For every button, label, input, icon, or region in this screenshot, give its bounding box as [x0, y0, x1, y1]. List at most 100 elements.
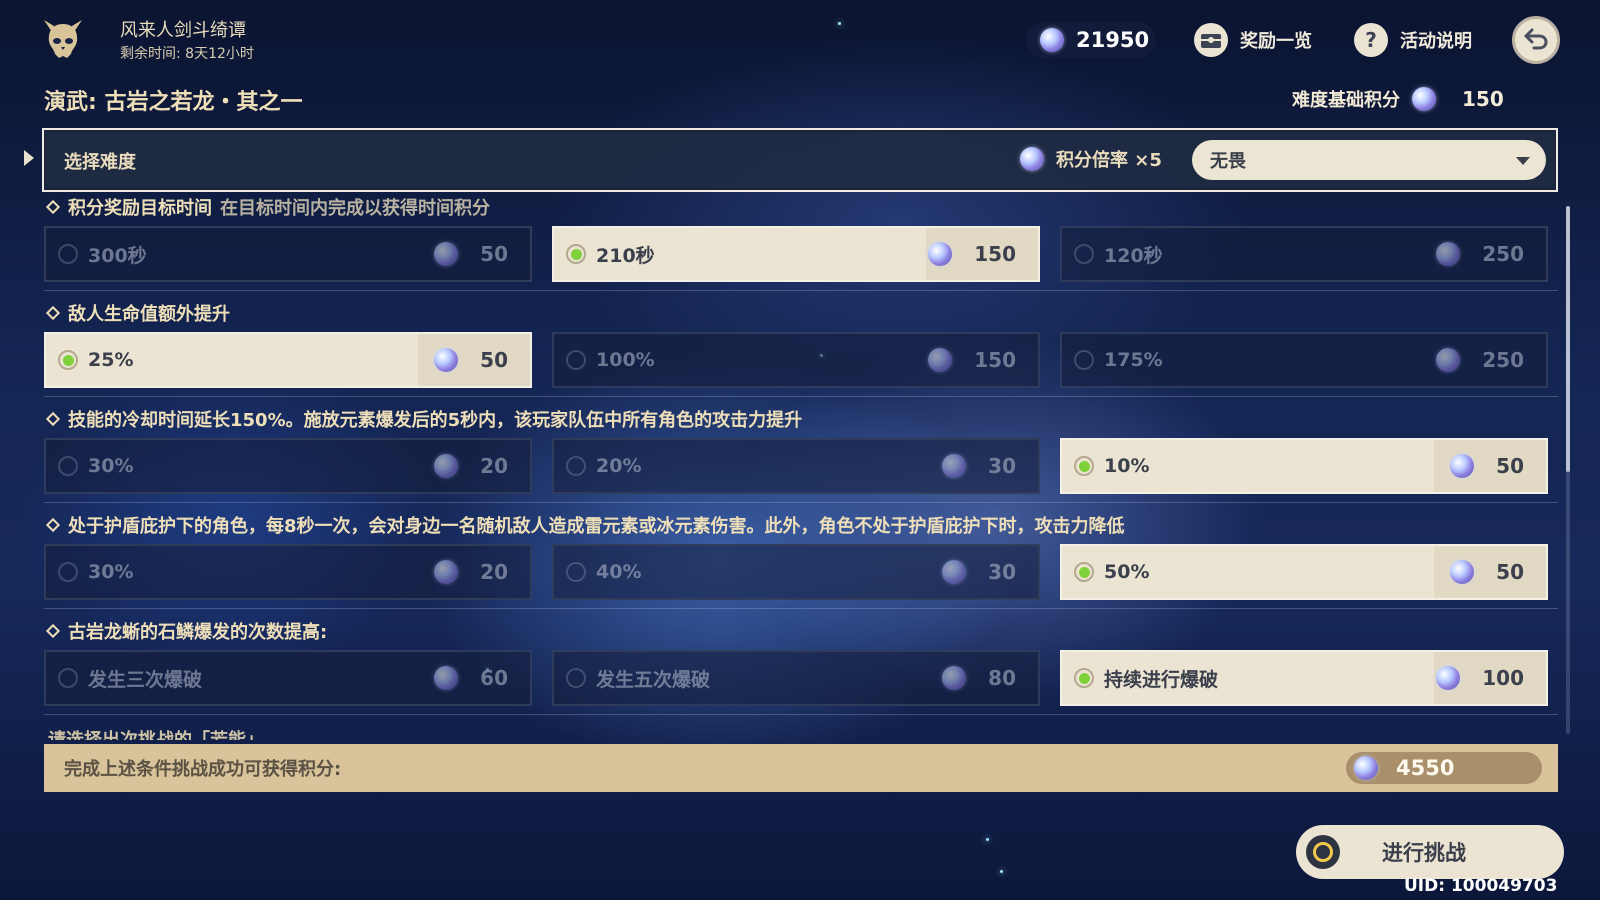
primogem-icon — [434, 560, 459, 584]
difficulty-label: 选择难度 — [64, 152, 136, 173]
condition-option[interactable]: 30% 20 — [44, 438, 532, 494]
condition-option[interactable]: 120秒 250 — [1060, 226, 1548, 282]
condition-title-text: 处于护盾庇护下的角色，每8秒一次，会对身边一名随机敌人造成雷元素或冰元素伤害。此… — [68, 516, 1125, 537]
option-points-value: 150 — [974, 242, 1016, 266]
radio-button[interactable] — [1074, 350, 1094, 370]
option-points: 50 — [418, 334, 530, 386]
condition-option[interactable]: 发生五次爆破 80 — [552, 650, 1040, 706]
radio-button[interactable] — [58, 244, 78, 264]
user-uid: UID: 100049703 — [1404, 876, 1558, 896]
radio-button[interactable] — [1074, 668, 1094, 688]
gift-box-icon — [1194, 23, 1228, 57]
condition-title-text: 技能的冷却时间延长150%。施放元素爆发后的5秒内，该玩家队伍中所有角色的攻击力… — [68, 410, 803, 431]
start-challenge-label: 进行挑战 — [1382, 841, 1466, 865]
section-divider — [44, 714, 1558, 715]
diamond-bullet-icon — [45, 623, 61, 639]
base-score: 难度基础积分 150 — [1292, 86, 1504, 112]
option-points-value: 60 — [480, 666, 508, 690]
diamond-bullet-icon — [45, 305, 61, 321]
radio-button[interactable] — [566, 244, 586, 264]
star-sparkle — [1000, 870, 1003, 873]
option-points-value: 80 — [988, 666, 1016, 690]
help-button[interactable]: ? 活动说明 — [1354, 20, 1472, 60]
primogem-icon — [1436, 348, 1461, 372]
primogem-icon — [1436, 666, 1461, 690]
condition-option[interactable]: 25% 50 — [44, 332, 532, 388]
radio-button[interactable] — [58, 456, 78, 476]
condition-title-text: 敌人生命值额外提升 — [68, 304, 230, 325]
total-score-pill: 4550 — [1346, 752, 1542, 784]
radio-button[interactable] — [58, 668, 78, 688]
option-points-value: 150 — [974, 348, 1016, 372]
primogem-icon — [928, 348, 953, 372]
option-label: 175% — [1104, 349, 1163, 371]
primogem-icon — [434, 242, 459, 266]
condition-option[interactable]: 40% 30 — [552, 544, 1040, 600]
section-divider — [44, 396, 1558, 397]
option-points-value: 50 — [480, 348, 508, 372]
option-label: 发生三次爆破 — [88, 668, 203, 691]
radio-button[interactable] — [566, 562, 586, 582]
scrollbar[interactable] — [1566, 206, 1570, 734]
score-multiplier: 积分倍率 ×5 — [1020, 146, 1162, 172]
top-bar: 风来人剑斗绮谭 剩余时间: 8天12小时 21950 奖励一览 ? 活动说明 — [0, 0, 1600, 80]
condition-option[interactable]: 50% 50 — [1060, 544, 1548, 600]
difficulty-bar: 选择难度 积分倍率 ×5 无畏 — [42, 128, 1558, 192]
trial-title: 演武: 古岩之若龙・其之一 — [44, 90, 303, 115]
star-sparkle — [986, 838, 989, 841]
condition-option[interactable]: 发生三次爆破 60 — [44, 650, 532, 706]
condition-option[interactable]: 持续进行爆破 100 — [1060, 650, 1548, 706]
condition-title-text: 古岩龙蜥的石鳞爆发的次数提高: — [68, 622, 328, 643]
rewards-label: 奖励一览 — [1240, 31, 1312, 52]
next-section-title-partial: 请选择出次挑战的「芳能」 — [48, 730, 648, 740]
event-time-remaining: 剩余时间: 8天12小时 — [120, 46, 254, 62]
condition-option[interactable]: 100% 150 — [552, 332, 1040, 388]
base-score-label: 难度基础积分 — [1292, 90, 1400, 111]
section-divider — [44, 290, 1558, 291]
option-points: 150 — [926, 334, 1038, 386]
primogem-icon — [1040, 28, 1064, 52]
back-button[interactable] — [1512, 16, 1560, 64]
option-points-value: 250 — [1482, 348, 1524, 372]
condition-option[interactable]: 175% 250 — [1060, 332, 1548, 388]
radio-button[interactable] — [566, 350, 586, 370]
primogem-icon — [942, 560, 967, 584]
condition-option[interactable]: 210秒 150 — [552, 226, 1040, 282]
primogem-icon — [1450, 454, 1475, 478]
condition-option[interactable]: 10% 50 — [1060, 438, 1548, 494]
radio-button[interactable] — [566, 668, 586, 688]
confirm-circle-icon — [1306, 835, 1340, 869]
option-points: 20 — [418, 440, 530, 492]
radio-button[interactable] — [566, 456, 586, 476]
option-label: 20% — [596, 455, 642, 477]
radio-button[interactable] — [58, 350, 78, 370]
rewards-button[interactable]: 奖励一览 — [1194, 20, 1312, 60]
radio-button[interactable] — [1074, 562, 1094, 582]
primogem-icon — [1450, 560, 1475, 584]
currency-value: 21950 — [1076, 28, 1150, 52]
radio-button[interactable] — [1074, 244, 1094, 264]
event-title: 风来人剑斗绮谭 — [120, 20, 246, 41]
primogem-icon — [942, 454, 967, 478]
start-challenge-button[interactable]: 进行挑战 — [1296, 825, 1564, 879]
primogem-icon — [1412, 87, 1436, 111]
radio-button[interactable] — [58, 562, 78, 582]
scrollbar-thumb[interactable] — [1566, 206, 1570, 472]
option-points-value: 100 — [1482, 666, 1524, 690]
radio-button[interactable] — [1074, 456, 1094, 476]
condition-option[interactable]: 20% 30 — [552, 438, 1040, 494]
option-label: 40% — [596, 561, 642, 583]
diamond-bullet-icon — [45, 411, 61, 427]
option-points-value: 250 — [1482, 242, 1524, 266]
condition-title-text: 积分奖励目标时间 — [68, 198, 212, 219]
condition-option[interactable]: 30% 20 — [44, 544, 532, 600]
primogem-icon — [434, 454, 459, 478]
option-points: 50 — [418, 228, 530, 280]
option-label: 300秒 — [88, 244, 147, 267]
option-points: 50 — [1434, 546, 1546, 598]
difficulty-dropdown[interactable]: 无畏 — [1192, 140, 1546, 180]
option-points: 250 — [1434, 334, 1546, 386]
condition-title: 敌人生命值额外提升 — [45, 300, 230, 326]
condition-option[interactable]: 300秒 50 — [44, 226, 532, 282]
total-score-value: 4550 — [1396, 756, 1455, 780]
